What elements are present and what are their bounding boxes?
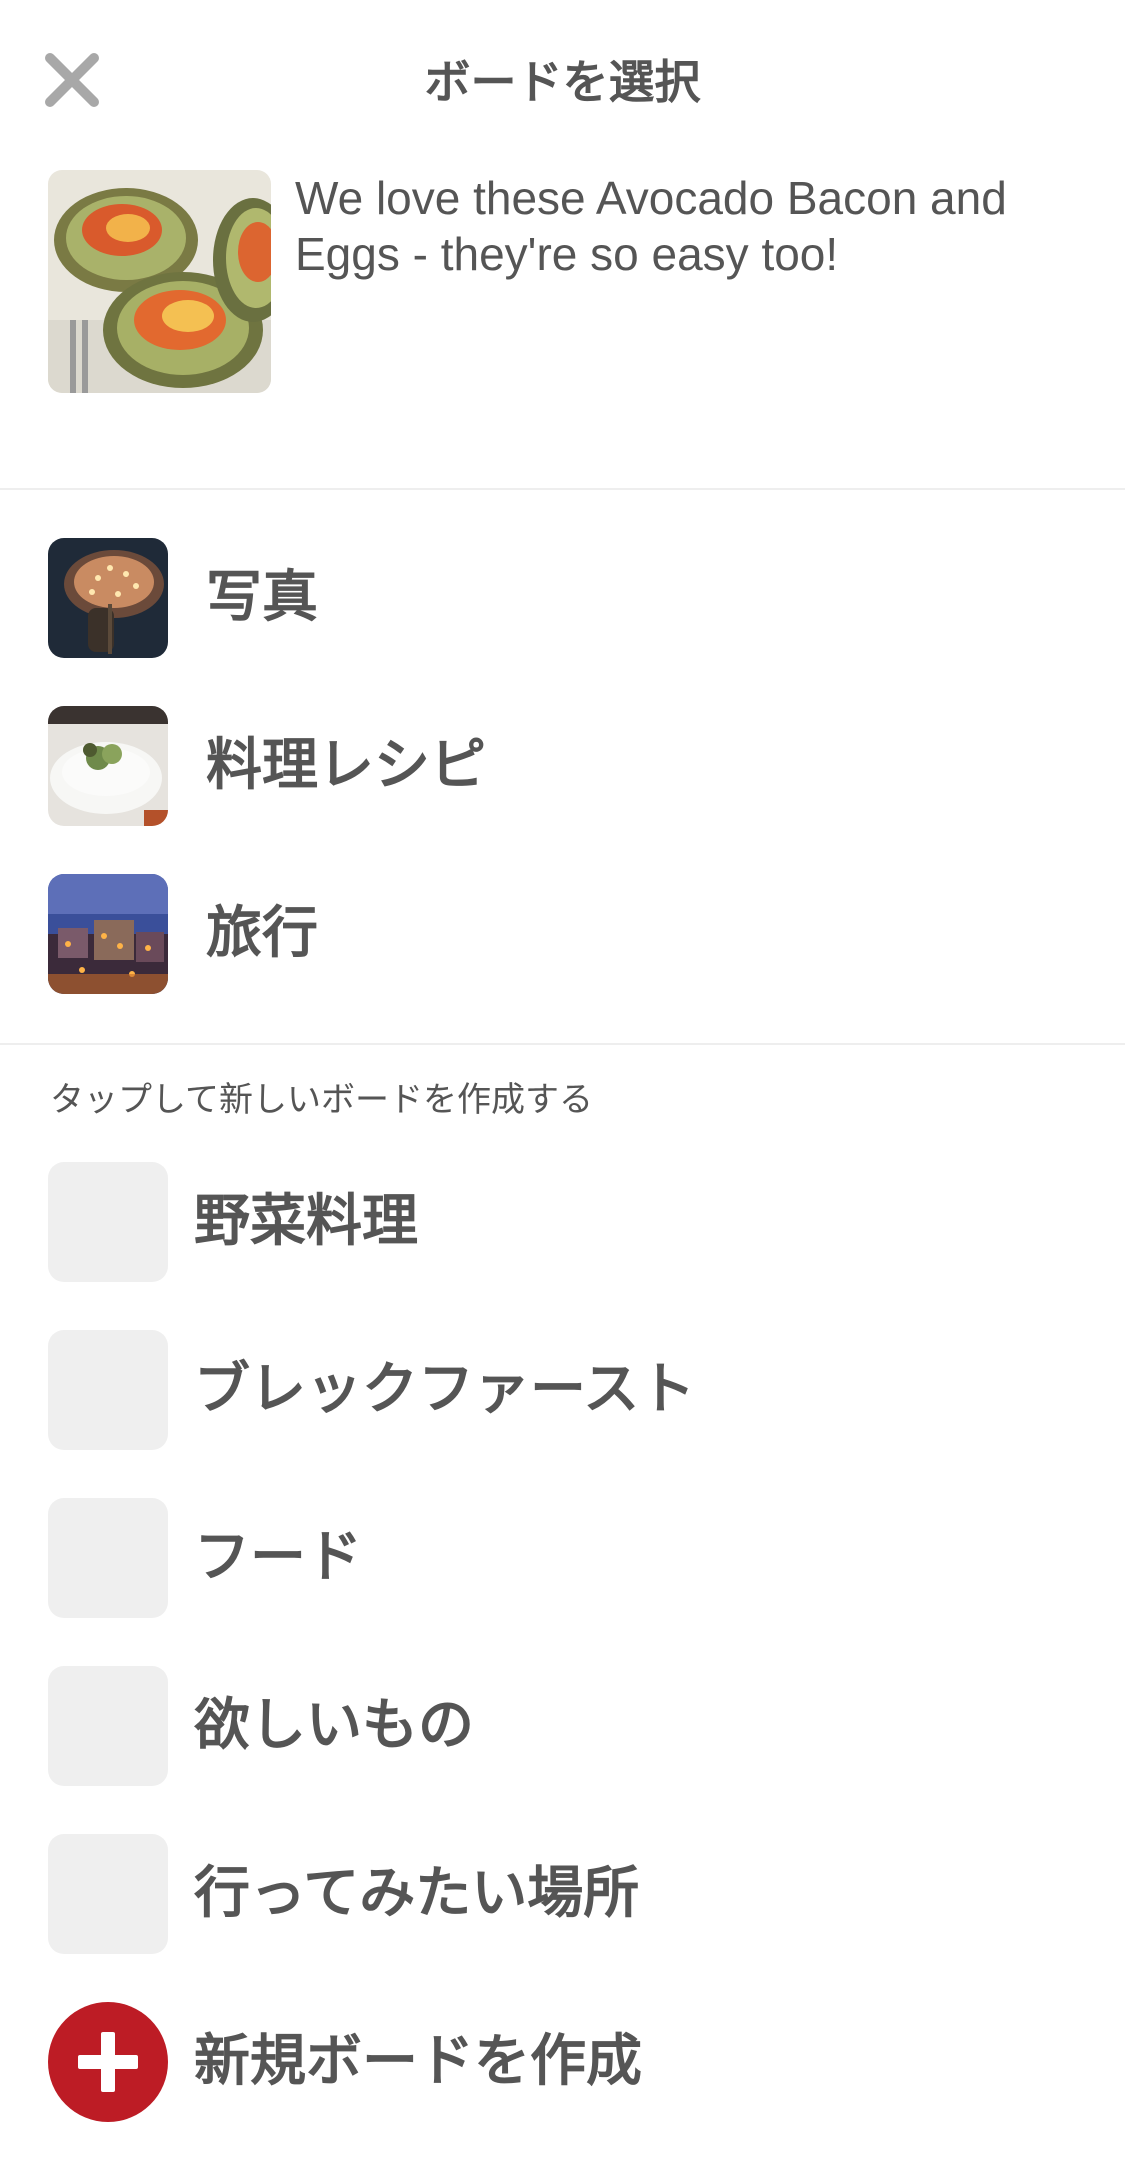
board-row-recipes[interactable]: 料理レシピ: [48, 706, 1088, 826]
board-thumbnail: [48, 706, 168, 826]
board-label: 写真: [206, 565, 318, 630]
divider: [0, 1043, 1125, 1045]
suggested-board-food[interactable]: フード: [48, 1498, 1088, 1618]
board-label: ブレックファースト: [194, 1357, 696, 1422]
suggested-board-places-to-go[interactable]: 行ってみたい場所: [48, 1834, 1088, 1954]
board-placeholder: [48, 1834, 168, 1954]
pin-preview: We love these Avocado Bacon and Eggs - t…: [48, 170, 1088, 395]
board-label: フード: [194, 1525, 362, 1590]
suggestions-heading: タップして新しいボードを作成する: [50, 1080, 593, 1120]
divider: [0, 488, 1125, 490]
create-board-label: 新規ボードを作成: [194, 2029, 642, 2094]
board-row-photo[interactable]: 写真: [48, 538, 1088, 658]
header: ボードを選択: [0, 0, 1125, 160]
board-placeholder: [48, 1666, 168, 1786]
board-label: 料理レシピ: [206, 733, 486, 798]
board-label: 旅行: [206, 901, 318, 966]
suggested-board-breakfast[interactable]: ブレックファースト: [48, 1330, 1088, 1450]
suggested-board-vegetable-dishes[interactable]: 野菜料理: [48, 1162, 1088, 1282]
board-label: 野菜料理: [194, 1189, 418, 1254]
board-thumbnail: [48, 874, 168, 994]
pin-image: [48, 170, 271, 393]
pin-description: We love these Avocado Bacon and Eggs - t…: [295, 172, 1007, 280]
board-thumbnail: [48, 538, 168, 658]
board-placeholder: [48, 1330, 168, 1450]
suggested-board-wishlist[interactable]: 欲しいもの: [48, 1666, 1088, 1786]
board-placeholder: [48, 1498, 168, 1618]
board-placeholder: [48, 1162, 168, 1282]
create-board-button[interactable]: 新規ボードを作成: [48, 2002, 1088, 2122]
board-label: 欲しいもの: [194, 1693, 474, 1758]
plus-icon: [48, 2002, 168, 2122]
board-label: 行ってみたい場所: [194, 1861, 640, 1926]
page-title: ボードを選択: [424, 55, 701, 109]
board-row-travel[interactable]: 旅行: [48, 874, 1088, 994]
